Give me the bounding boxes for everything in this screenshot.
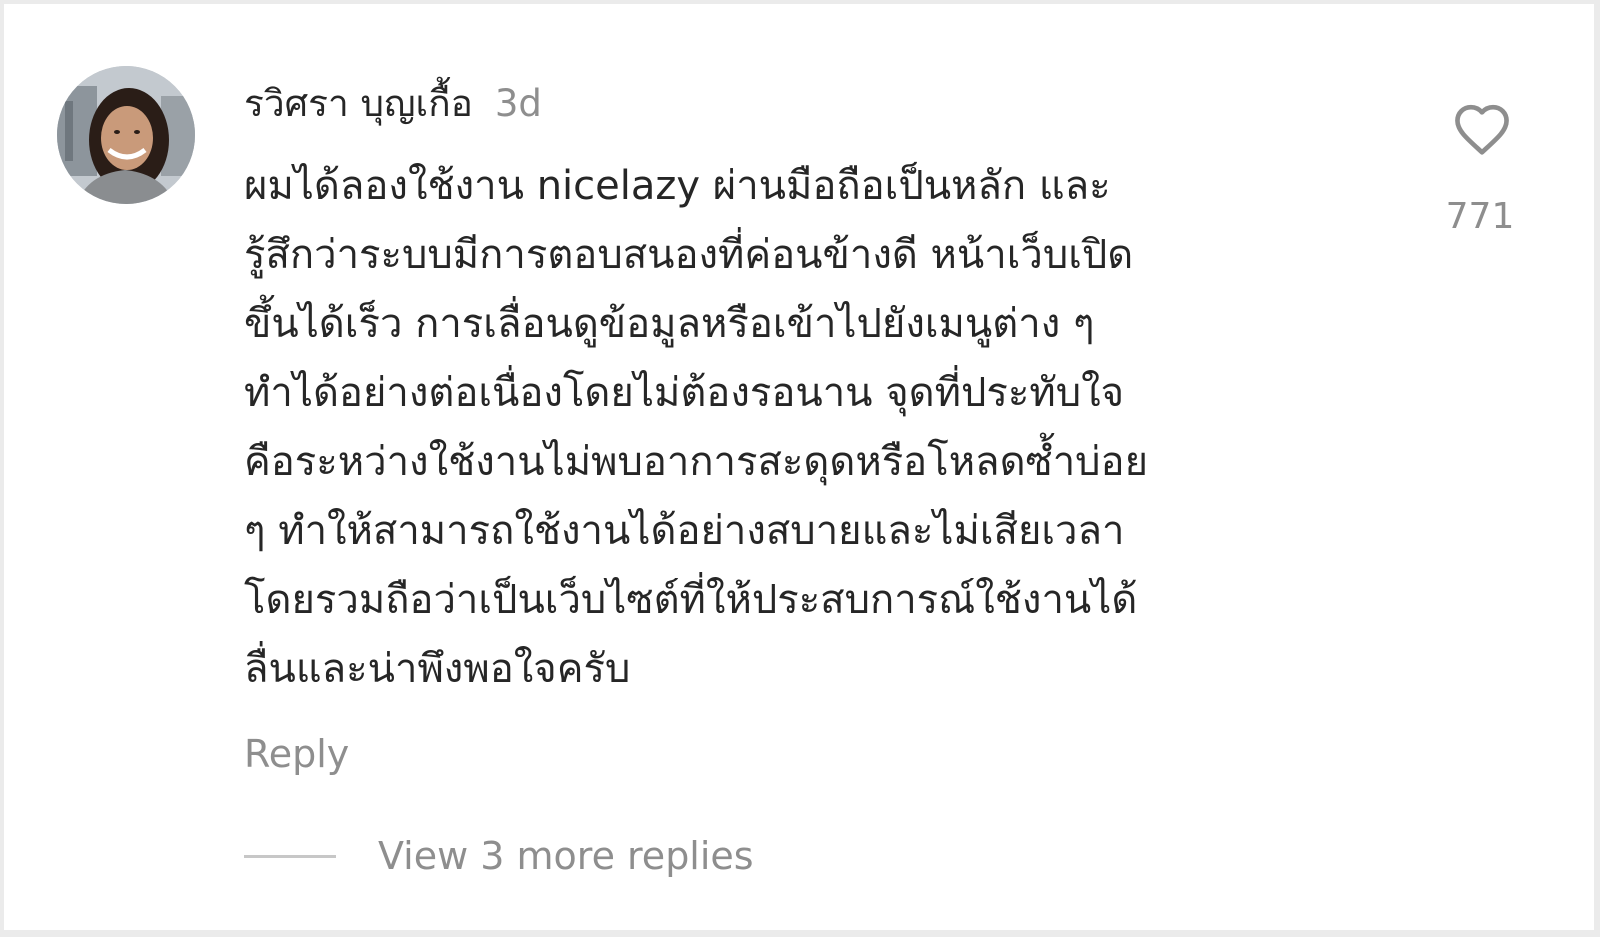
comment-text-line: ขึ้นได้เร็ว การเลื่อนดูข้อมูลหรือเข้าไปย… xyxy=(244,301,1095,347)
username[interactable]: รวิศรา บุญเกื้อ xyxy=(244,74,473,133)
timestamp: 3d xyxy=(494,82,542,125)
comment-header: รวิศรา บุญเกื้อ 3d xyxy=(244,74,542,134)
comment-text-line: ทำได้อย่างต่อเนื่องโดยไม่ต้องรอนาน จุดที… xyxy=(244,370,1125,416)
reply-button[interactable]: Reply xyxy=(244,732,349,776)
comment-card: รวิศรา บุญเกื้อ 3d ผมได้ลองใช้งาน nicela… xyxy=(4,4,1594,930)
avatar[interactable] xyxy=(57,66,195,204)
like-count: 771 xyxy=(1445,196,1515,237)
comment-text-line: ลื่นและน่าพึงพอใจครับ xyxy=(244,646,631,692)
view-replies-label: View 3 more replies xyxy=(378,834,754,878)
comment-text-line: โดยรวมถือว่าเป็นเว็บไซต์ที่ให้ประสบการณ์… xyxy=(244,577,1138,623)
comment-text-line: ผมได้ลองใช้งาน nicelazy ผ่านมือถือเป็นหล… xyxy=(244,163,1111,209)
divider-line xyxy=(244,854,336,858)
view-replies-button[interactable]: View 3 more replies xyxy=(244,834,754,878)
comment-text-line: รู้สึกว่าระบบมีการตอบสนองที่ค่อนข้างดี ห… xyxy=(244,232,1134,278)
avatar-photo xyxy=(57,66,195,204)
like-button[interactable] xyxy=(1440,96,1524,162)
comment-text-line: ๆ ทำให้สามารถใช้งานได้อย่างสบายและไม่เสี… xyxy=(244,508,1125,554)
comment-text: ผมได้ลองใช้งาน nicelazy ผ่านมือถือเป็นหล… xyxy=(244,152,1374,704)
heart-outline-icon xyxy=(1455,104,1509,155)
comment-text-line: คือระหว่างใช้งานไม่พบอาการสะดุดหรือโหลดซ… xyxy=(244,439,1149,485)
